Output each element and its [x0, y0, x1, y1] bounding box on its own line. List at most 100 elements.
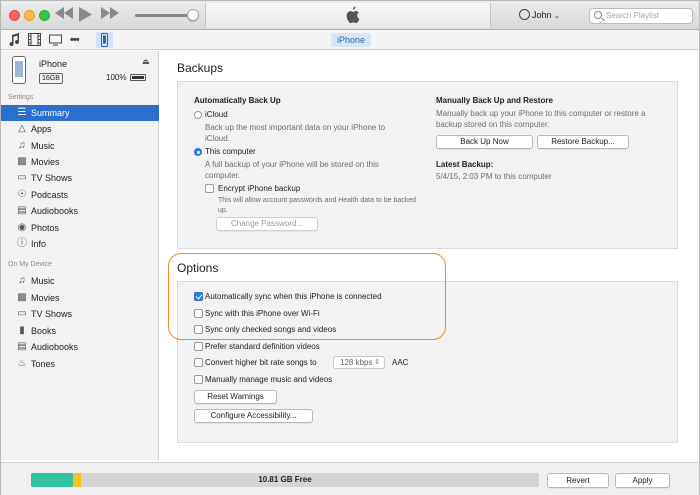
sidebar-item-info[interactable]: ⓘ Info — [1, 236, 159, 252]
summary-icon: ☰ — [17, 107, 27, 118]
settings-header: Settings — [8, 94, 34, 101]
storage-free-label: 10.81 GB Free — [258, 475, 312, 484]
sidebar-item-label: Apps — [31, 124, 52, 134]
audiobooks-icon: ▤ — [17, 341, 27, 352]
restore-backup-button[interactable]: Restore Backup... — [537, 135, 629, 149]
apply-button[interactable]: Apply — [615, 473, 670, 488]
sidebar-item-label: Music — [31, 276, 55, 286]
sidebar-item-label: Movies — [31, 293, 60, 303]
bitrate-value: 128 kbps — [340, 358, 373, 367]
prefer-sd-label[interactable]: Prefer standard definition videos — [205, 342, 320, 351]
convert-bitrate-label[interactable]: Convert higher bit rate songs to — [205, 358, 317, 367]
movies-icon: ▩ — [17, 156, 27, 167]
title-bar: John ⌄ ⌄ Search Playlist — [1, 1, 699, 30]
zoom-window-button[interactable] — [39, 10, 50, 21]
sidebar-item-label: Info — [31, 239, 47, 249]
tv-icon: ▭ — [17, 172, 27, 183]
back-up-now-button[interactable]: Back Up Now — [436, 135, 533, 149]
this-computer-description: A full backup of your iPhone will be sto… — [205, 160, 379, 180]
apps-icon: △ — [18, 123, 26, 134]
sidebar-item-device-books[interactable]: ▮ Books — [1, 323, 159, 339]
manual-manage-checkbox[interactable] — [194, 375, 203, 384]
encrypt-backup-checkbox[interactable] — [205, 184, 214, 193]
sidebar-item-device-audiobooks[interactable]: ▤ Audiobooks — [1, 339, 159, 355]
summary-pane: Backups Automatically Back Up iCloud Bac… — [160, 51, 699, 461]
backups-heading: Backups — [177, 61, 224, 75]
device-button[interactable] — [96, 32, 113, 48]
tv-icon: ▭ — [17, 308, 27, 319]
reset-warnings-button[interactable]: Reset Warnings — [194, 390, 277, 404]
storage-bar-footer: 10.81 GB Free Revert Apply — [1, 462, 699, 495]
search-options-chevron-icon: ⌄ — [598, 19, 604, 25]
sidebar-item-audiobooks[interactable]: ▤ Audiobooks — [1, 203, 159, 219]
device-name: iPhone — [39, 59, 68, 69]
revert-button[interactable]: Revert — [547, 473, 609, 488]
sidebar-item-label: Books — [31, 326, 57, 336]
manual-manage-label[interactable]: Manually manage music and videos — [205, 375, 332, 384]
manual-backup-description: Manually back up your iPhone to this com… — [436, 109, 646, 129]
eject-icon[interactable]: ⏏ — [142, 57, 150, 66]
sidebar-item-label: Audiobooks — [31, 342, 79, 352]
iphone-device-icon — [101, 33, 108, 47]
minimize-window-button[interactable] — [24, 10, 35, 21]
change-password-button[interactable]: Change Password... — [216, 217, 318, 231]
encrypt-backup-label[interactable]: Encrypt iPhone backup — [218, 184, 300, 193]
manual-backup-title: Manually Back Up and Restore — [436, 96, 553, 105]
battery-icon — [130, 74, 146, 81]
bitrate-format: AAC — [392, 358, 409, 367]
sidebar-item-label: Audiobooks — [31, 206, 79, 216]
info-icon: ⓘ — [17, 238, 27, 249]
iphone-icon — [12, 56, 26, 84]
music-library-icon[interactable] — [8, 33, 20, 47]
sidebar-item-device-tones[interactable]: ♨ Tones — [1, 356, 159, 372]
sidebar-item-device-music[interactable]: ♫ Music — [1, 273, 159, 289]
backups-panel: Automatically Back Up iCloud Back up the… — [177, 81, 678, 249]
tv-library-icon[interactable] — [49, 33, 62, 47]
sidebar-item-photos[interactable]: ◉ Photos — [1, 220, 159, 236]
audiobooks-icon: ▤ — [17, 205, 27, 216]
sidebar-item-label: Podcasts — [31, 190, 69, 200]
music-icon: ♫ — [18, 140, 26, 151]
sidebar-item-apps[interactable]: △ Apps — [1, 121, 159, 137]
sidebar-item-label: Music — [31, 141, 55, 151]
movies-library-icon[interactable] — [28, 33, 41, 47]
play-icon[interactable] — [79, 7, 92, 24]
sidebar-item-summary[interactable]: ☰ Summary — [1, 105, 159, 121]
sidebar-item-music[interactable]: ♫ Music — [1, 138, 159, 154]
sidebar-item-device-movies[interactable]: ▩ Movies — [1, 290, 159, 306]
sidebar-item-movies[interactable]: ▩ Movies — [1, 154, 159, 170]
account-name: John — [532, 10, 552, 20]
storage-capacity-bar: 10.81 GB Free — [31, 473, 539, 487]
apple-logo-icon — [344, 6, 360, 24]
prefer-sd-checkbox[interactable] — [194, 342, 203, 351]
tab-iphone[interactable]: iPhone — [331, 33, 371, 47]
this-computer-radio[interactable] — [194, 148, 202, 156]
search-input[interactable]: ⌄ Search Playlist — [589, 8, 693, 25]
close-window-button[interactable] — [9, 10, 20, 21]
rewind-icon[interactable] — [55, 7, 73, 24]
configure-accessibility-button[interactable]: Configure Accessibility... — [194, 409, 313, 423]
volume-slider[interactable] — [135, 14, 193, 17]
sidebar-item-label: Photos — [31, 223, 60, 233]
sidebar-item-device-tv-shows[interactable]: ▭ TV Shows — [1, 306, 159, 322]
icloud-radio[interactable] — [194, 111, 202, 119]
movies-icon: ▩ — [17, 292, 27, 303]
volume-slider-knob[interactable] — [187, 9, 199, 21]
this-computer-label[interactable]: This computer — [205, 147, 256, 156]
sidebar-item-podcasts[interactable]: ☉ Podcasts — [1, 187, 159, 203]
sidebar-item-label: Summary — [31, 108, 70, 118]
icloud-label[interactable]: iCloud — [205, 110, 228, 119]
chevron-down-icon: ⌄ — [554, 13, 560, 20]
bitrate-select[interactable]: 128 kbps ⇳ — [333, 356, 385, 369]
sidebar-item-tv-shows[interactable]: ▭ TV Shows — [1, 170, 159, 186]
sidebar-item-label: TV Shows — [31, 309, 73, 319]
account-menu[interactable]: John ⌄ — [519, 9, 560, 20]
sidebar-item-label: Movies — [31, 157, 60, 167]
search-placeholder: Search Playlist — [606, 11, 659, 20]
sidebar: iPhone ⏏ 16GB 100% Settings ☰ Summary △ Ap… — [1, 51, 159, 461]
music-icon: ♫ — [18, 275, 26, 286]
fast-forward-icon[interactable] — [101, 7, 119, 24]
user-icon — [519, 9, 530, 20]
convert-bitrate-checkbox[interactable] — [194, 358, 203, 367]
more-icon[interactable]: ••• — [70, 33, 80, 47]
